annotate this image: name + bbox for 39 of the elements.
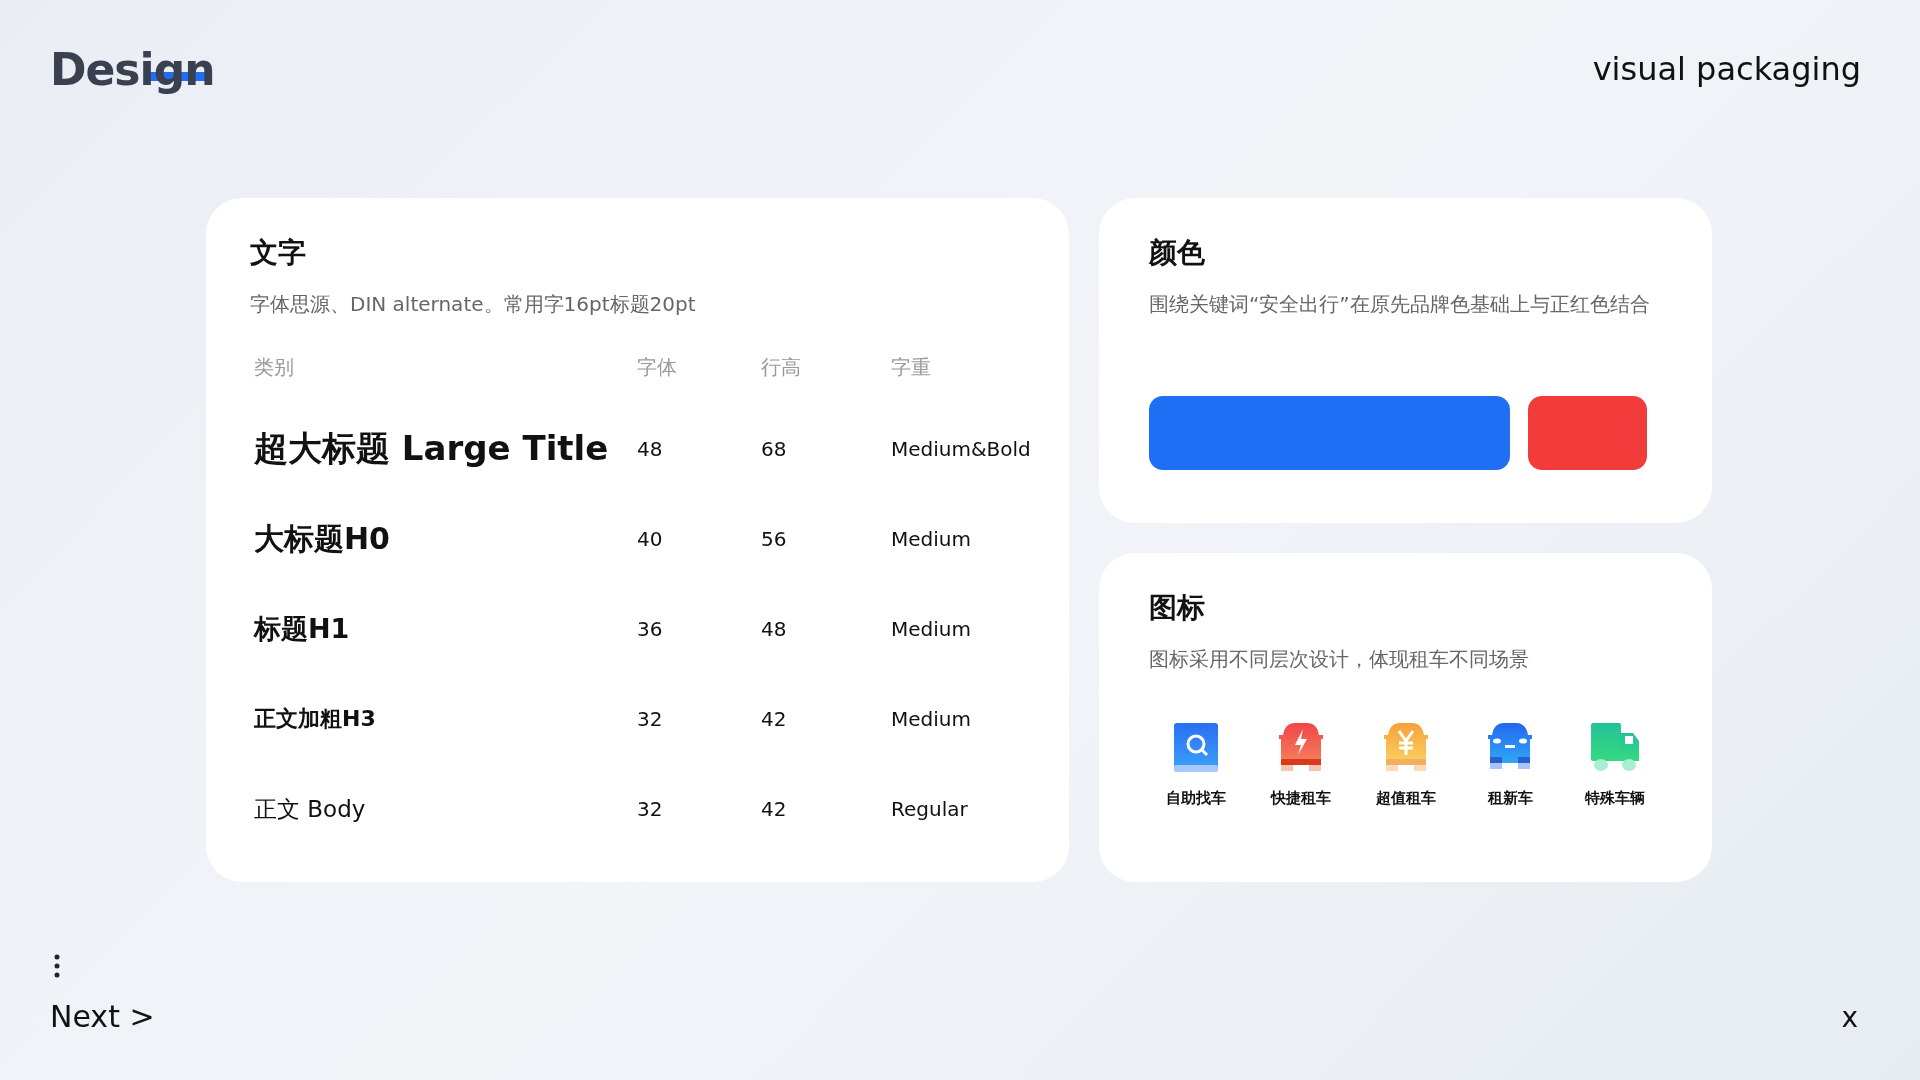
icon-label: 租新车	[1487, 789, 1533, 808]
table-cell-text: 68	[761, 436, 788, 463]
table-cell-text: 56	[761, 526, 788, 553]
table-cell-text: 32	[637, 706, 664, 733]
table-cell-text: Medium	[891, 706, 972, 733]
table-cell-text: Medium&Bold	[891, 436, 1031, 463]
table-cell-text: Medium	[891, 526, 972, 553]
table-cell-text: 42	[761, 706, 788, 733]
type-sample: 超大标题 Large Title	[254, 427, 610, 470]
type-sample: 正文 Body	[254, 794, 367, 824]
table-cell-text: 36	[637, 616, 664, 643]
card-title: 颜色	[1149, 235, 1206, 271]
type-sample: 大标题H0	[254, 519, 391, 558]
icon-label: 快捷租车	[1270, 789, 1331, 808]
column-header: 行高	[761, 354, 802, 381]
more-icon[interactable]	[53, 953, 61, 979]
icon-label: 特殊车辆	[1585, 789, 1645, 808]
icon-label: 自助找车	[1166, 789, 1226, 808]
column-header: 字重	[891, 354, 932, 381]
icon-label: 超值租车	[1375, 789, 1436, 808]
column-header: 类别	[254, 354, 295, 381]
card-description: 围绕关键词“安全出行”在原先品牌色基础上与正红色结合	[1149, 291, 1651, 318]
card-description: 字体思源、DIN alternate。常用字16pt标题20pt	[250, 291, 697, 318]
page-title: visual packaging	[1592, 50, 1861, 88]
table-cell-text: 48	[761, 616, 788, 643]
type-sample: 正文加粗H3	[254, 705, 377, 733]
card-title: 文字	[250, 235, 307, 271]
card-title: 图标	[1149, 590, 1206, 626]
type-sample: 标题H1	[254, 612, 351, 646]
table-cell-text: 32	[637, 796, 664, 823]
table-cell-text: 42	[761, 796, 788, 823]
column-header: 字体	[637, 354, 678, 381]
close-link[interactable]: x	[1841, 1001, 1858, 1034]
table-cell-text: 40	[637, 526, 664, 553]
card-description: 图标采用不同层次设计，体现租车不同场景	[1149, 646, 1530, 673]
table-cell-text: 48	[637, 436, 664, 463]
next-link[interactable]: Next >	[50, 999, 155, 1034]
table-cell-text: Medium	[891, 616, 972, 643]
table-cell-text: Regular	[891, 796, 969, 823]
